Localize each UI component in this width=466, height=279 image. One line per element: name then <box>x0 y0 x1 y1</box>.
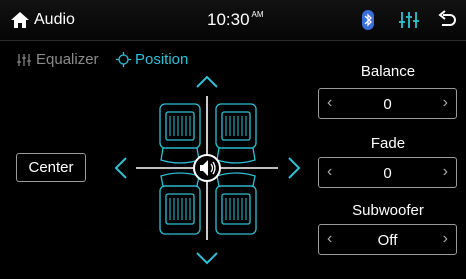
seat-front-left[interactable] <box>159 103 201 164</box>
balance-value: 0 <box>383 96 392 113</box>
fade-label: Fade <box>370 135 406 152</box>
speaker-icon[interactable] <box>193 154 221 182</box>
subwoofer-label: Subwoofer <box>352 202 424 219</box>
seat-rear-right[interactable] <box>215 172 257 235</box>
fade-increase-icon[interactable]: › <box>443 163 448 181</box>
balance-label: Balance <box>360 63 416 80</box>
balance-selector[interactable]: ‹ 0 › <box>318 88 457 119</box>
subwoofer-decrease-icon[interactable]: ‹ <box>327 230 332 248</box>
arrow-up-icon[interactable] <box>196 75 218 88</box>
center-button[interactable]: Center <box>16 153 86 182</box>
arrow-down-icon[interactable] <box>196 252 218 265</box>
subwoofer-value: Off <box>377 232 398 249</box>
seat-rear-left[interactable] <box>159 172 201 235</box>
arrow-left-icon[interactable] <box>114 157 127 179</box>
subwoofer-increase-icon[interactable]: › <box>443 230 448 248</box>
audio-screen: Audio 10:30 AM Equalizer Position Center… <box>0 0 466 279</box>
fade-selector[interactable]: ‹ 0 › <box>318 157 457 188</box>
balance-decrease-icon[interactable]: ‹ <box>327 94 332 112</box>
balance-increase-icon[interactable]: › <box>443 94 448 112</box>
subwoofer-selector[interactable]: ‹ Off › <box>318 224 457 255</box>
fade-decrease-icon[interactable]: ‹ <box>327 163 332 181</box>
fade-value: 0 <box>383 165 392 182</box>
arrow-right-icon[interactable] <box>288 157 301 179</box>
seat-front-right[interactable] <box>215 103 257 164</box>
